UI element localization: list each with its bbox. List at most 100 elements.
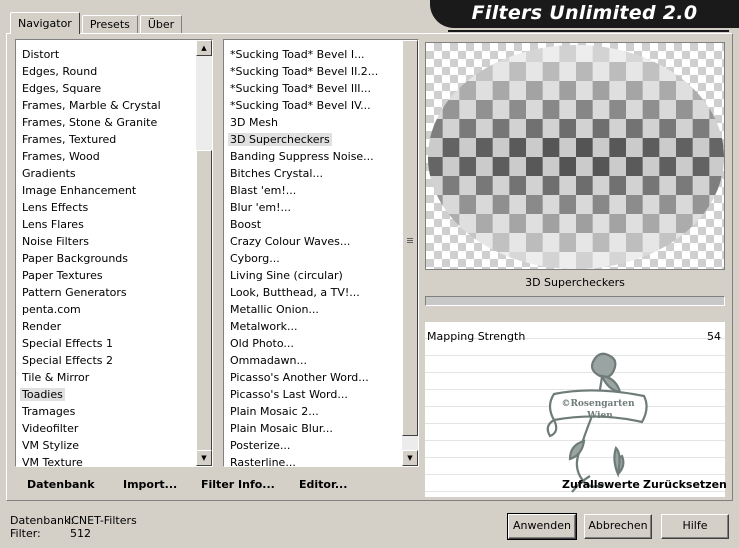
status-filter-label: Filter: bbox=[10, 527, 41, 540]
tab-navigator[interactable]: Navigator bbox=[10, 12, 80, 34]
filter-item[interactable]: Blur 'em!... bbox=[224, 199, 418, 216]
filter-list[interactable]: *Sucking Toad* Bevel I... *Sucking Toad* … bbox=[223, 39, 419, 467]
category-item-label: Edges, Round bbox=[22, 65, 98, 78]
filter-scroll-thumb[interactable] bbox=[402, 40, 418, 436]
filter-scrollbar[interactable]: ▼ bbox=[402, 40, 418, 466]
category-item[interactable]: Paper Backgrounds bbox=[16, 250, 212, 267]
status-db-value: ICNET-Filters bbox=[68, 514, 137, 527]
filter-item[interactable]: Bitches Crystal... bbox=[224, 165, 418, 182]
category-item[interactable]: Image Enhancement bbox=[16, 182, 212, 199]
category-item[interactable]: Videofilter bbox=[16, 420, 212, 437]
filter-item[interactable]: *Sucking Toad* Bevel IV... bbox=[224, 97, 418, 114]
filter-item[interactable]: *Sucking Toad* Bevel I... bbox=[224, 46, 418, 63]
category-item[interactable]: Gradients bbox=[16, 165, 212, 182]
filter-item[interactable]: Old Photo... bbox=[224, 335, 418, 352]
filter-item-label: Metalwork... bbox=[230, 320, 298, 333]
category-item-label: Videofilter bbox=[22, 422, 79, 435]
datenbank-button[interactable]: Datenbank bbox=[27, 475, 95, 495]
category-item[interactable]: Distort bbox=[16, 46, 212, 63]
category-item[interactable]: Lens Flares bbox=[16, 216, 212, 233]
category-item[interactable]: VM Stylize bbox=[16, 437, 212, 454]
cancel-button[interactable]: Abbrechen bbox=[584, 514, 652, 539]
filter-item[interactable]: Posterize... bbox=[224, 437, 418, 454]
tab-presets[interactable]: Presets bbox=[81, 15, 138, 34]
category-scroll-thumb[interactable] bbox=[196, 150, 212, 466]
category-item[interactable]: Render bbox=[16, 318, 212, 335]
category-item[interactable]: Frames, Wood bbox=[16, 148, 212, 165]
scroll-down-icon[interactable]: ▼ bbox=[196, 450, 212, 466]
filter-item[interactable]: Rasterline... bbox=[224, 454, 418, 466]
filter-item[interactable]: Look, Butthead, a TV!... bbox=[224, 284, 418, 301]
filter-item-label: Plain Mosaic 2... bbox=[230, 405, 319, 418]
filter-item[interactable]: Living Sine (circular) bbox=[224, 267, 418, 284]
preview-image bbox=[425, 42, 725, 270]
filter-item-label: Boost bbox=[230, 218, 262, 231]
category-item[interactable]: Edges, Square bbox=[16, 80, 212, 97]
category-item[interactable]: Pattern Generators bbox=[16, 284, 212, 301]
filter-item-label: Posterize... bbox=[230, 439, 291, 452]
parameter-panel: Mapping Strength 54 ©Rosengarten Wien bbox=[425, 322, 725, 497]
filter-item[interactable]: Banding Suppress Noise... bbox=[224, 148, 418, 165]
category-list[interactable]: Distort Edges, Round Edges, Square Frames, … bbox=[15, 39, 213, 467]
filter-item[interactable]: 3D Supercheckers bbox=[224, 131, 418, 148]
zuruecksetzen-button[interactable]: Zurücksetzen bbox=[643, 475, 727, 495]
scroll-up-icon[interactable]: ▲ bbox=[196, 40, 212, 56]
category-item[interactable]: Tramages bbox=[16, 403, 212, 420]
filter-item-label: Banding Suppress Noise... bbox=[230, 150, 374, 163]
filter-item[interactable]: *Sucking Toad* Bevel II.2... bbox=[224, 63, 418, 80]
param-value: 54 bbox=[707, 330, 721, 343]
category-item[interactable]: Frames, Marble & Crystal bbox=[16, 97, 212, 114]
filter-item-label: 3D Supercheckers bbox=[228, 133, 332, 146]
category-item-label: Frames, Stone & Granite bbox=[22, 116, 158, 129]
filter-info-button[interactable]: Filter Info... bbox=[201, 475, 275, 495]
editor-button[interactable]: Editor... bbox=[299, 475, 347, 495]
filter-item[interactable]: Metallic Onion... bbox=[224, 301, 418, 318]
category-item[interactable]: penta.com bbox=[16, 301, 212, 318]
category-item-label: Gradients bbox=[22, 167, 76, 180]
apply-button[interactable]: Anwenden bbox=[507, 513, 577, 540]
category-item[interactable]: Toadies bbox=[16, 386, 212, 403]
filter-item[interactable]: Metalwork... bbox=[224, 318, 418, 335]
filter-item-label: 3D Mesh bbox=[230, 116, 278, 129]
filter-item-label: Blur 'em!... bbox=[230, 201, 291, 214]
category-item-label: VM Texture bbox=[22, 456, 83, 467]
filter-item[interactable]: Blast 'em!... bbox=[224, 182, 418, 199]
tab-bar: Navigator Presets Über bbox=[10, 12, 184, 34]
filter-item[interactable]: *Sucking Toad* Bevel III... bbox=[224, 80, 418, 97]
filter-item[interactable]: Picasso's Another Word... bbox=[224, 369, 418, 386]
category-item-label: Paper Backgrounds bbox=[22, 252, 129, 265]
filter-item-label: *Sucking Toad* Bevel IV... bbox=[230, 99, 371, 112]
filter-item[interactable]: Crazy Colour Waves... bbox=[224, 233, 418, 250]
filter-item[interactable]: Cyborg... bbox=[224, 250, 418, 267]
category-item[interactable]: Noise Filters bbox=[16, 233, 212, 250]
help-button[interactable]: Hilfe bbox=[661, 514, 729, 539]
watermark-line1: ©Rosengarten bbox=[561, 399, 635, 409]
filter-item[interactable]: Plain Mosaic Blur... bbox=[224, 420, 418, 437]
category-item[interactable]: Lens Effects bbox=[16, 199, 212, 216]
category-item[interactable]: Frames, Stone & Granite bbox=[16, 114, 212, 131]
category-item-label: Edges, Square bbox=[22, 82, 102, 95]
filter-item-label: Bitches Crystal... bbox=[230, 167, 323, 180]
scroll-down-icon[interactable]: ▼ bbox=[402, 450, 418, 466]
param-mapping-strength[interactable]: Mapping Strength 54 bbox=[427, 328, 721, 345]
filter-item[interactable]: Picasso's Last Word... bbox=[224, 386, 418, 403]
tab-ueber[interactable]: Über bbox=[139, 15, 183, 34]
category-item-label: Pattern Generators bbox=[22, 286, 127, 299]
category-item[interactable]: Frames, Textured bbox=[16, 131, 212, 148]
import-button[interactable]: Import... bbox=[123, 475, 177, 495]
filter-item-label: Ommadawn... bbox=[230, 354, 308, 367]
category-item[interactable]: VM Texture bbox=[16, 454, 212, 467]
filter-item[interactable]: Ommadawn... bbox=[224, 352, 418, 369]
category-item[interactable]: Special Effects 2 bbox=[16, 352, 212, 369]
filter-item[interactable]: 3D Mesh bbox=[224, 114, 418, 131]
filter-item[interactable]: Plain Mosaic 2... bbox=[224, 403, 418, 420]
category-item-label: VM Stylize bbox=[22, 439, 79, 452]
zufallswerte-button[interactable]: Zufallswerte bbox=[562, 475, 640, 495]
category-item[interactable]: Edges, Round bbox=[16, 63, 212, 80]
filter-item[interactable]: Boost bbox=[224, 216, 418, 233]
category-item[interactable]: Special Effects 1 bbox=[16, 335, 212, 352]
category-item[interactable]: Paper Textures bbox=[16, 267, 212, 284]
status-filter-value: 512 bbox=[70, 527, 91, 540]
category-item[interactable]: Tile & Mirror bbox=[16, 369, 212, 386]
category-scrollbar[interactable]: ▲ ▼ bbox=[196, 40, 212, 466]
